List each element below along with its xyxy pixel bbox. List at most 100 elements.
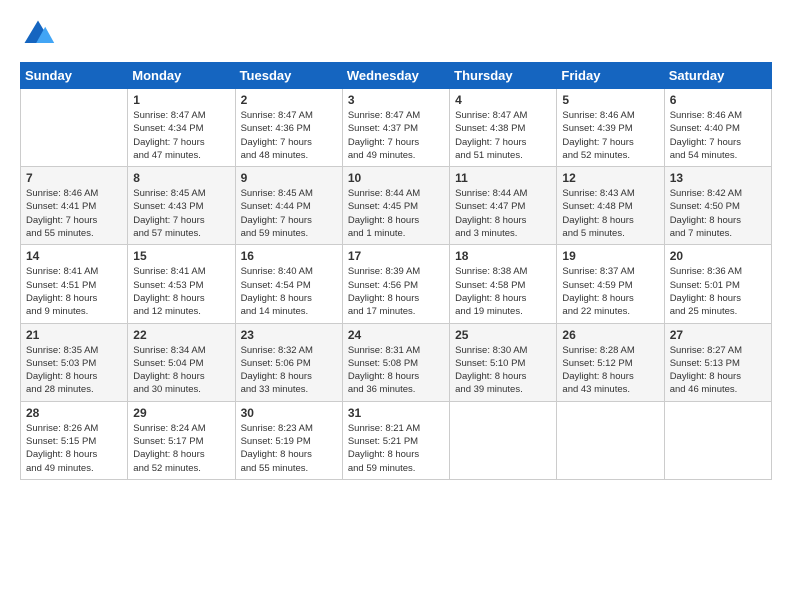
day-number: 27 [670,328,766,342]
calendar-cell: 2Sunrise: 8:47 AM Sunset: 4:36 PM Daylig… [235,89,342,167]
day-info: Sunrise: 8:41 AM Sunset: 4:51 PM Dayligh… [26,265,122,318]
weekday-header-thursday: Thursday [450,63,557,89]
day-info: Sunrise: 8:30 AM Sunset: 5:10 PM Dayligh… [455,344,551,397]
logo [20,16,60,52]
calendar-cell: 31Sunrise: 8:21 AM Sunset: 5:21 PM Dayli… [342,401,449,479]
day-number: 4 [455,93,551,107]
day-info: Sunrise: 8:46 AM Sunset: 4:40 PM Dayligh… [670,109,766,162]
day-number: 6 [670,93,766,107]
day-number: 13 [670,171,766,185]
day-number: 10 [348,171,444,185]
day-info: Sunrise: 8:27 AM Sunset: 5:13 PM Dayligh… [670,344,766,397]
calendar-cell: 16 Sunrise: 8:40 AM Sunset: 4:54 PM Dayli… [235,245,342,323]
weekday-header-friday: Friday [557,63,664,89]
day-info: Sunrise: 8:45 AM Sunset: 4:43 PM Dayligh… [133,187,229,240]
calendar-cell: 29 Sunrise: 8:24 AM Sunset: 5:17 PM Dayli… [128,401,235,479]
header [20,16,772,52]
weekday-header-sunday: Sunday [21,63,128,89]
day-number: 19 [562,249,658,263]
day-number: 12 [562,171,658,185]
day-number: 1 [133,93,229,107]
day-info: Sunrise: 8:46 AM Sunset: 4:41 PM Dayligh… [26,187,122,240]
weekday-header-tuesday: Tuesday [235,63,342,89]
day-info: Sunrise: 8:43 AM Sunset: 4:48 PM Dayligh… [562,187,658,240]
weekday-header-saturday: Saturday [664,63,771,89]
day-number: 16 [241,249,337,263]
day-info: Sunrise: 8:45 AM Sunset: 4:44 PM Dayligh… [241,187,337,240]
day-number: 2 [241,93,337,107]
day-info: Sunrise: 8:38 AM Sunset: 4:58 PM Dayligh… [455,265,551,318]
week-row-3: 21Sunrise: 8:35 AM Sunset: 5:03 PM Dayli… [21,323,772,401]
day-info: Sunrise: 8:26 AM Sunset: 5:15 PM Dayligh… [26,422,122,475]
day-number: 24 [348,328,444,342]
day-number: 11 [455,171,551,185]
calendar-cell [557,401,664,479]
day-info: Sunrise: 8:23 AM Sunset: 5:19 PM Dayligh… [241,422,337,475]
calendar-cell: 25 Sunrise: 8:30 AM Sunset: 5:10 PM Dayli… [450,323,557,401]
day-info: Sunrise: 8:24 AM Sunset: 5:17 PM Dayligh… [133,422,229,475]
day-number: 8 [133,171,229,185]
day-info: Sunrise: 8:35 AM Sunset: 5:03 PM Dayligh… [26,344,122,397]
day-number: 23 [241,328,337,342]
day-number: 3 [348,93,444,107]
calendar-cell: 19 Sunrise: 8:37 AM Sunset: 4:59 PM Dayli… [557,245,664,323]
logo-icon [20,16,56,52]
calendar-cell: 14 Sunrise: 8:41 AM Sunset: 4:51 PM Dayli… [21,245,128,323]
day-info: Sunrise: 8:41 AM Sunset: 4:53 PM Dayligh… [133,265,229,318]
day-number: 15 [133,249,229,263]
day-info: Sunrise: 8:39 AM Sunset: 4:56 PM Dayligh… [348,265,444,318]
calendar-cell: 6 Sunrise: 8:46 AM Sunset: 4:40 PM Daylig… [664,89,771,167]
page: SundayMondayTuesdayWednesdayThursdayFrid… [0,0,792,612]
week-row-1: 7 Sunrise: 8:46 AM Sunset: 4:41 PM Daylig… [21,167,772,245]
calendar-cell: 23 Sunrise: 8:32 AM Sunset: 5:06 PM Dayli… [235,323,342,401]
day-number: 14 [26,249,122,263]
day-number: 5 [562,93,658,107]
day-info: Sunrise: 8:40 AM Sunset: 4:54 PM Dayligh… [241,265,337,318]
day-number: 7 [26,171,122,185]
day-number: 29 [133,406,229,420]
calendar-cell: 30 Sunrise: 8:23 AM Sunset: 5:19 PM Dayli… [235,401,342,479]
calendar-cell: 18 Sunrise: 8:38 AM Sunset: 4:58 PM Dayli… [450,245,557,323]
calendar-cell: 28 Sunrise: 8:26 AM Sunset: 5:15 PM Dayli… [21,401,128,479]
day-number: 25 [455,328,551,342]
day-number: 30 [241,406,337,420]
calendar-cell: 21Sunrise: 8:35 AM Sunset: 5:03 PM Dayli… [21,323,128,401]
weekday-header-wednesday: Wednesday [342,63,449,89]
day-number: 28 [26,406,122,420]
calendar-cell: 11 Sunrise: 8:44 AM Sunset: 4:47 PM Dayli… [450,167,557,245]
calendar-cell: 9 Sunrise: 8:45 AM Sunset: 4:44 PM Daylig… [235,167,342,245]
calendar-cell: 26 Sunrise: 8:28 AM Sunset: 5:12 PM Dayli… [557,323,664,401]
calendar-cell: 15 Sunrise: 8:41 AM Sunset: 4:53 PM Dayli… [128,245,235,323]
calendar-cell: 27 Sunrise: 8:27 AM Sunset: 5:13 PM Dayli… [664,323,771,401]
calendar-cell: 5Sunrise: 8:46 AM Sunset: 4:39 PM Daylig… [557,89,664,167]
calendar: SundayMondayTuesdayWednesdayThursdayFrid… [20,62,772,480]
day-info: Sunrise: 8:28 AM Sunset: 5:12 PM Dayligh… [562,344,658,397]
day-info: Sunrise: 8:32 AM Sunset: 5:06 PM Dayligh… [241,344,337,397]
day-info: Sunrise: 8:44 AM Sunset: 4:45 PM Dayligh… [348,187,444,240]
week-row-0: 1Sunrise: 8:47 AM Sunset: 4:34 PM Daylig… [21,89,772,167]
day-info: Sunrise: 8:36 AM Sunset: 5:01 PM Dayligh… [670,265,766,318]
week-row-4: 28 Sunrise: 8:26 AM Sunset: 5:15 PM Dayli… [21,401,772,479]
day-number: 20 [670,249,766,263]
day-number: 26 [562,328,658,342]
calendar-cell: 3Sunrise: 8:47 AM Sunset: 4:37 PM Daylig… [342,89,449,167]
calendar-cell [21,89,128,167]
calendar-cell [664,401,771,479]
day-info: Sunrise: 8:44 AM Sunset: 4:47 PM Dayligh… [455,187,551,240]
calendar-cell: 13Sunrise: 8:42 AM Sunset: 4:50 PM Dayli… [664,167,771,245]
calendar-cell: 24 Sunrise: 8:31 AM Sunset: 5:08 PM Dayli… [342,323,449,401]
calendar-cell: 1Sunrise: 8:47 AM Sunset: 4:34 PM Daylig… [128,89,235,167]
day-info: Sunrise: 8:31 AM Sunset: 5:08 PM Dayligh… [348,344,444,397]
day-info: Sunrise: 8:34 AM Sunset: 5:04 PM Dayligh… [133,344,229,397]
calendar-cell: 22Sunrise: 8:34 AM Sunset: 5:04 PM Dayli… [128,323,235,401]
calendar-cell: 12 Sunrise: 8:43 AM Sunset: 4:48 PM Dayli… [557,167,664,245]
weekday-header-monday: Monday [128,63,235,89]
calendar-cell: 20 Sunrise: 8:36 AM Sunset: 5:01 PM Dayli… [664,245,771,323]
day-info: Sunrise: 8:37 AM Sunset: 4:59 PM Dayligh… [562,265,658,318]
day-info: Sunrise: 8:47 AM Sunset: 4:38 PM Dayligh… [455,109,551,162]
day-info: Sunrise: 8:21 AM Sunset: 5:21 PM Dayligh… [348,422,444,475]
day-number: 18 [455,249,551,263]
week-row-2: 14 Sunrise: 8:41 AM Sunset: 4:51 PM Dayli… [21,245,772,323]
day-number: 9 [241,171,337,185]
calendar-cell [450,401,557,479]
